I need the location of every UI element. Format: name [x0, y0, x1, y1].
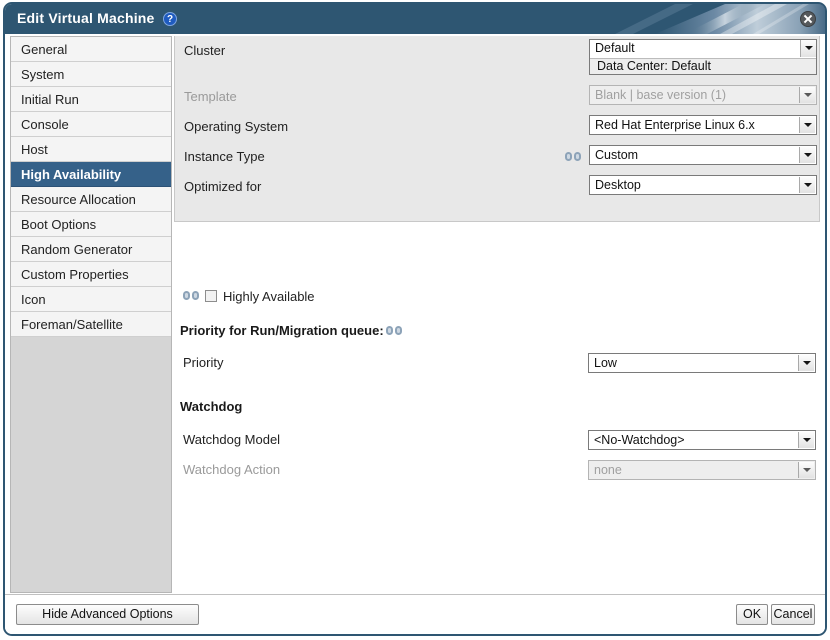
priority-section-heading-text: Priority for Run/Migration queue:	[180, 323, 384, 338]
sidebar-item-resource-allocation[interactable]: Resource Allocation	[11, 187, 171, 212]
dialog-titlebar: Edit Virtual Machine ?	[5, 4, 825, 34]
watchdog-action-select: none	[588, 460, 816, 480]
sidebar-item-foreman-satellite[interactable]: Foreman/Satellite	[11, 312, 171, 337]
high-availability-panel: Highly Available Priority for Run/Migrat…	[174, 223, 820, 593]
general-info-panel: Cluster Default Data Center: Default	[174, 36, 820, 222]
close-icon[interactable]	[800, 11, 816, 27]
dialog-body: General System Initial Run Console Host …	[5, 34, 825, 595]
chevron-down-icon[interactable]	[799, 147, 815, 163]
chevron-down-icon[interactable]	[799, 177, 815, 193]
screenshot-root: Edit Virtual Machine ? General System In…	[0, 0, 830, 640]
priority-section-heading: Priority for Run/Migration queue:	[180, 323, 402, 338]
chevron-down-icon[interactable]	[798, 355, 814, 371]
optimized-for-select[interactable]: Desktop	[589, 175, 817, 195]
cluster-label: Cluster	[184, 43, 225, 58]
chevron-down-icon[interactable]	[798, 432, 814, 448]
optimized-for-row: Optimized for Desktop	[175, 172, 819, 202]
sidebar-item-general[interactable]: General	[11, 37, 171, 62]
template-label: Template	[184, 89, 237, 104]
sidebar-item-initial-run[interactable]: Initial Run	[11, 87, 171, 112]
sidebar-item-high-availability[interactable]: High Availability	[11, 162, 171, 187]
optimized-for-select-value: Desktop	[595, 178, 641, 192]
optimized-for-label: Optimized for	[184, 179, 261, 194]
cluster-select-value: Default	[595, 41, 635, 55]
chevron-down-icon[interactable]	[800, 40, 816, 57]
chevron-down-icon	[799, 87, 815, 103]
watchdog-action-label: Watchdog Action	[183, 462, 280, 477]
settings-content: Cluster Default Data Center: Default	[174, 36, 820, 593]
cluster-datacenter-value: Data Center: Default	[597, 59, 711, 73]
chevron-down-icon	[798, 462, 814, 478]
sidebar-item-console[interactable]: Console	[11, 112, 171, 137]
sidebar-item-system[interactable]: System	[11, 62, 171, 87]
ok-button[interactable]: OK	[736, 604, 768, 625]
watchdog-action-select-value: none	[594, 463, 622, 477]
link-icon[interactable]	[386, 326, 402, 336]
template-select: Blank | base version (1)	[589, 85, 817, 105]
watchdog-model-row: Watchdog Model <No-Watchdog>	[174, 428, 820, 454]
cancel-button[interactable]: Cancel	[771, 604, 815, 625]
priority-select-value: Low	[594, 356, 617, 370]
priority-select[interactable]: Low	[588, 353, 816, 373]
sidebar-item-host[interactable]: Host	[11, 137, 171, 162]
cluster-select[interactable]: Default Data Center: Default	[589, 39, 817, 75]
instance-type-select-value: Custom	[595, 148, 638, 162]
watchdog-model-select[interactable]: <No-Watchdog>	[588, 430, 816, 450]
operating-system-row: Operating System Red Hat Enterprise Linu…	[175, 112, 819, 142]
dialog-title: Edit Virtual Machine	[17, 10, 155, 26]
instance-type-select[interactable]: Custom	[589, 145, 817, 165]
settings-sidebar: General System Initial Run Console Host …	[10, 36, 172, 593]
watchdog-section-heading: Watchdog	[180, 399, 242, 414]
cluster-datacenter-row: Data Center: Default	[590, 58, 816, 74]
template-row: Template Blank | base version (1)	[175, 82, 819, 112]
watchdog-model-label: Watchdog Model	[183, 432, 280, 447]
template-select-value: Blank | base version (1)	[595, 88, 726, 102]
cluster-row: Cluster Default Data Center: Default	[175, 36, 819, 82]
instance-type-row: Instance Type Custom	[175, 142, 819, 172]
sidebar-item-random-generator[interactable]: Random Generator	[11, 237, 171, 262]
link-icon[interactable]	[565, 152, 581, 162]
highly-available-row: Highly Available	[183, 287, 315, 305]
titlebar-swoosh-decoration	[615, 4, 825, 34]
instance-type-label: Instance Type	[184, 149, 265, 164]
help-icon[interactable]: ?	[163, 12, 177, 26]
operating-system-select[interactable]: Red Hat Enterprise Linux 6.x	[589, 115, 817, 135]
sidebar-item-custom-properties[interactable]: Custom Properties	[11, 262, 171, 287]
priority-label: Priority	[183, 355, 223, 370]
hide-advanced-options-button[interactable]: Hide Advanced Options	[16, 604, 199, 625]
operating-system-label: Operating System	[184, 119, 288, 134]
watchdog-action-row: Watchdog Action none	[174, 458, 820, 484]
watchdog-model-select-value: <No-Watchdog>	[594, 433, 685, 447]
highly-available-checkbox[interactable]	[205, 290, 217, 302]
sidebar-item-boot-options[interactable]: Boot Options	[11, 212, 171, 237]
operating-system-select-value: Red Hat Enterprise Linux 6.x	[595, 118, 755, 132]
edit-virtual-machine-dialog: Edit Virtual Machine ? General System In…	[3, 2, 827, 636]
chevron-down-icon[interactable]	[799, 117, 815, 133]
highly-available-label: Highly Available	[223, 289, 315, 304]
link-icon[interactable]	[183, 291, 199, 301]
dialog-footer: Hide Advanced Options OK Cancel	[5, 594, 825, 634]
sidebar-item-icon[interactable]: Icon	[11, 287, 171, 312]
priority-row: Priority Low	[174, 351, 820, 377]
